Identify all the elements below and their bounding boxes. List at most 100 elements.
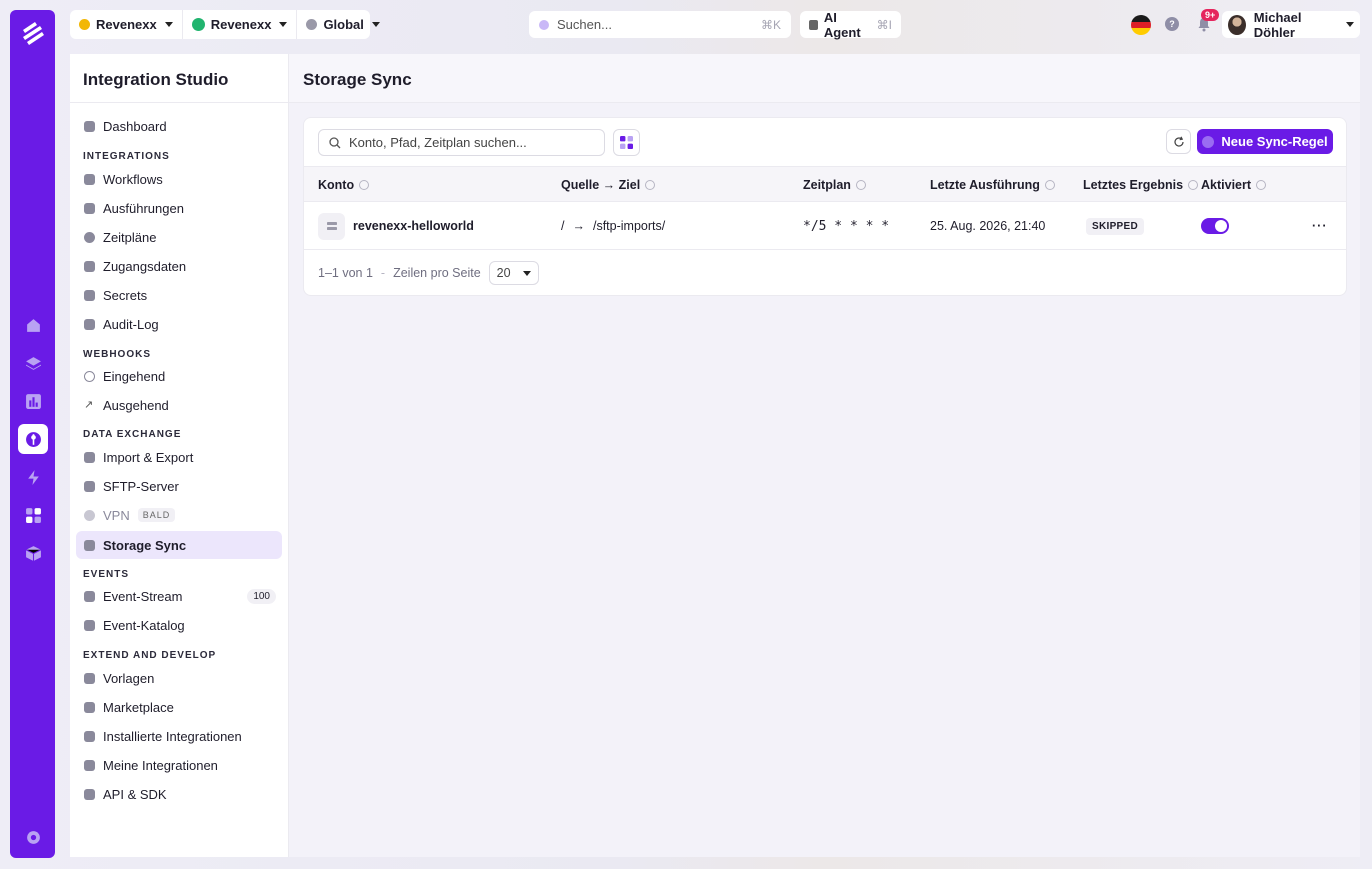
sidebar-item-audit-log[interactable]: Audit-Log: [76, 310, 282, 338]
cell-zeitplan: */5 * * * *: [803, 218, 890, 234]
refresh-button[interactable]: [1166, 129, 1191, 154]
sidebar-item-marketplace[interactable]: Marketplace: [76, 693, 282, 721]
sidebar-item-label: SFTP-Server: [103, 478, 179, 494]
sidebar-item-label: Import & Export: [103, 449, 194, 465]
org-switcher[interactable]: Revenexx: [70, 10, 182, 39]
sidebar-item-eingehend[interactable]: Eingehend: [76, 362, 282, 390]
sidebar-item-zugangsdaten[interactable]: Zugangsdaten: [76, 252, 282, 280]
org-logo-icon: [79, 19, 90, 30]
marketplace-grid-icon: [84, 701, 95, 713]
notification-count-badge: 9+: [1201, 9, 1220, 21]
sidebar-item-installierte[interactable]: Installierte Integrationen: [76, 722, 282, 750]
sidebar-item-ausfuehrungen[interactable]: Ausführungen: [76, 194, 282, 222]
shield-icon: [84, 260, 95, 272]
layers-icon[interactable]: [18, 348, 48, 378]
chevron-down-icon: [1346, 22, 1354, 27]
globe-icon: [306, 19, 318, 30]
sidebar-item-label: Dashboard: [103, 118, 167, 134]
workflow-icon: [84, 173, 95, 185]
target-path: /sftp-imports/: [592, 219, 666, 233]
storage-icon: [84, 539, 95, 551]
enabled-toggle[interactable]: [1201, 218, 1229, 234]
row-more-menu-icon[interactable]: ···: [1312, 202, 1328, 250]
table-row[interactable]: revenexx-helloworld / → /sftp-imports/ *…: [304, 202, 1346, 250]
cell-letztes-ergebnis: SKIPPED: [1086, 202, 1145, 250]
analytics-icon[interactable]: [18, 386, 48, 416]
event-count-badge: 100: [247, 588, 276, 604]
sidebar-item-dashboard[interactable]: Dashboard: [76, 112, 282, 140]
pagination-separator: -: [380, 266, 386, 280]
cell-quelle-ziel: / → /sftp-imports/: [561, 202, 665, 250]
app-rail: [10, 10, 55, 858]
help-icon[interactable]: ?: [1165, 17, 1179, 31]
section-events: EVENTS: [83, 569, 130, 580]
global-search-placeholder: Suchen...: [557, 17, 612, 32]
sidebar-item-secrets[interactable]: Secrets: [76, 281, 282, 309]
lightning-icon[interactable]: [18, 462, 48, 492]
sidebar-item-vpn[interactable]: VPN BALD: [76, 501, 282, 529]
source-path: /: [561, 219, 565, 233]
sidebar-item-label: Event-Katalog: [103, 617, 185, 633]
app-logo-icon[interactable]: [18, 18, 48, 48]
sidebar-item-label: Zeitpläne: [103, 229, 157, 245]
settings-gear-icon[interactable]: [18, 822, 48, 852]
sidebar-item-ausgehend[interactable]: ↗ Ausgehend: [76, 391, 282, 419]
refresh-icon: [1173, 136, 1184, 147]
sidebar-item-event-stream[interactable]: Event-Stream 100: [76, 582, 282, 610]
new-sync-rule-button[interactable]: Neue Sync-Regel: [1197, 129, 1333, 154]
sidebar-item-storage-sync[interactable]: Storage Sync: [76, 531, 282, 559]
sidebar-item-label: Zugangsdaten: [103, 258, 187, 274]
column-label: Quelle → Ziel: [561, 178, 641, 192]
view-toggle-button[interactable]: [613, 129, 640, 156]
sidebar-item-event-katalog[interactable]: Event-Katalog: [76, 611, 282, 639]
org-name: Revenexx: [96, 17, 157, 32]
chevron-down-icon: [371, 22, 380, 27]
sidebar-item-label: API & SDK: [103, 786, 167, 802]
sidebar-item-meine[interactable]: Meine Integrationen: [76, 751, 282, 779]
rows-per-page-select[interactable]: 20: [488, 261, 539, 285]
column-letztes-ergebnis[interactable]: Letztes Ergebnis: [1083, 167, 1199, 203]
language-flag-de-icon[interactable]: [1131, 15, 1151, 35]
sidebar-item-sftp-server[interactable]: SFTP-Server: [76, 472, 282, 500]
workspace-dot-icon: [191, 18, 205, 31]
integration-studio-icon[interactable]: [18, 424, 48, 454]
sidebar-item-label: Meine Integrationen: [103, 757, 218, 773]
sort-icon: [1044, 180, 1055, 190]
outgoing-arrow-icon: ↗: [84, 398, 94, 411]
user-name: Michael Döhler: [1253, 9, 1302, 40]
sidebar-item-import-export[interactable]: Import & Export: [76, 443, 282, 471]
runs-icon: [84, 202, 95, 214]
column-konto[interactable]: Konto: [318, 167, 370, 203]
column-quelle-ziel[interactable]: Quelle → Ziel: [561, 167, 656, 203]
column-aktiviert[interactable]: Aktiviert: [1201, 167, 1267, 203]
global-search-input[interactable]: Suchen... ⌘K: [529, 11, 791, 38]
ai-agent-icon: [809, 19, 818, 30]
column-zeitplan[interactable]: Zeitplan: [803, 167, 866, 203]
workspace-name: Revenexx: [210, 17, 272, 32]
search-shortcut: ⌘K: [760, 17, 781, 32]
user-menu[interactable]: Michael Döhler: [1222, 9, 1360, 40]
sidebar-item-workflows[interactable]: Workflows: [76, 165, 282, 193]
sidebar-item-vorlagen[interactable]: Vorlagen: [76, 664, 282, 692]
scope-switcher[interactable]: Global: [296, 10, 388, 39]
new-sync-rule-label: Neue Sync-Regel: [1221, 134, 1328, 149]
sidebar-item-label: Eingehend: [103, 368, 166, 384]
sidebar-item-label: Workflows: [103, 171, 163, 187]
ai-agent-button[interactable]: AI Agent ⌘I: [800, 9, 901, 40]
column-letzte-ausfuehrung[interactable]: Letzte Ausführung: [930, 167, 1055, 203]
cube-icon[interactable]: [18, 538, 48, 568]
table-search-input[interactable]: Konto, Pfad, Zeitplan suchen...: [318, 129, 605, 156]
avatar: [1228, 14, 1246, 35]
sidebar-item-label: Ausgehend: [103, 397, 169, 413]
sidebar-item-api-sdk[interactable]: API & SDK: [76, 780, 282, 808]
sidebar-item-label: Vorlagen: [103, 670, 155, 686]
apps-grid-icon[interactable]: [18, 500, 48, 530]
workspace-switcher[interactable]: Revenexx: [181, 10, 297, 39]
coming-soon-badge: BALD: [137, 508, 176, 522]
sidebar-item-zeitplaene[interactable]: Zeitpläne: [76, 223, 282, 251]
clock-icon: [84, 231, 95, 243]
ai-agent-label: AI Agent: [823, 9, 861, 40]
home-icon[interactable]: [18, 310, 48, 340]
sidebar-item-label: Marketplace: [103, 699, 174, 715]
sort-icon: [1188, 180, 1199, 190]
